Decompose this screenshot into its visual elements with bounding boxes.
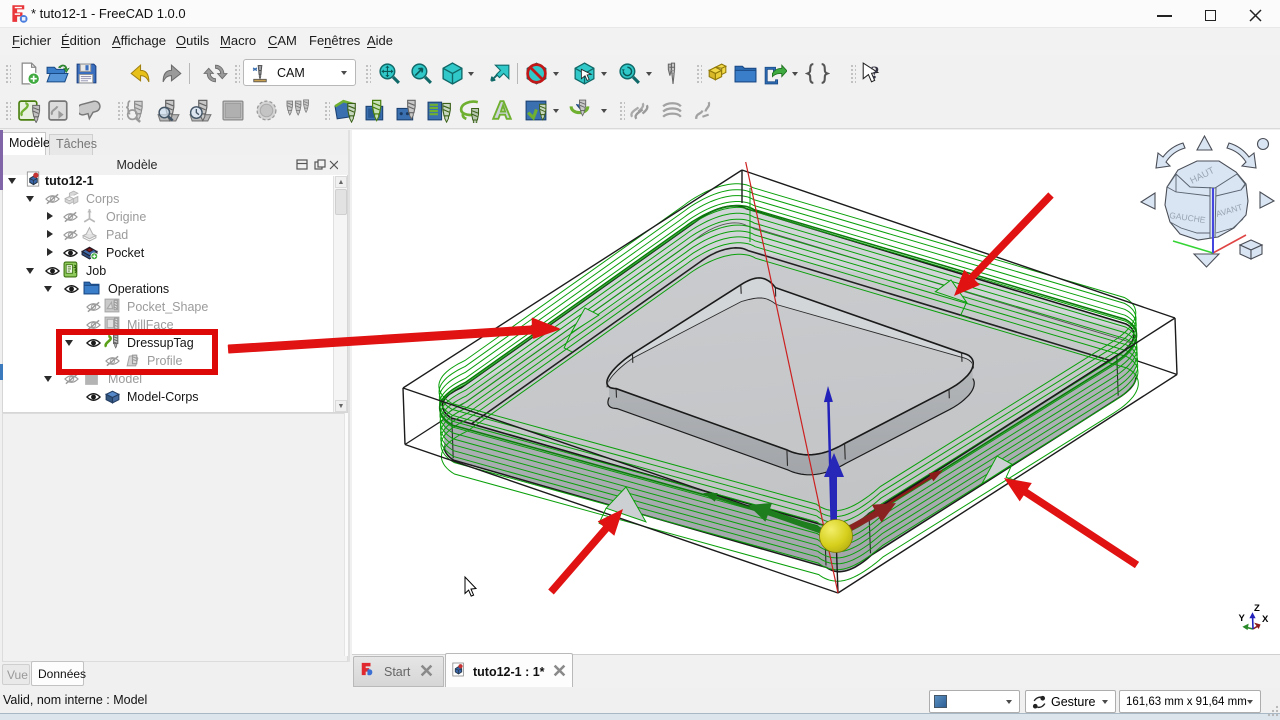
svg-text:?: ?	[871, 63, 880, 83]
svg-text:X: X	[1262, 614, 1269, 625]
svg-text:Y: Y	[1239, 613, 1246, 624]
svg-text:Z: Z	[1254, 603, 1260, 614]
